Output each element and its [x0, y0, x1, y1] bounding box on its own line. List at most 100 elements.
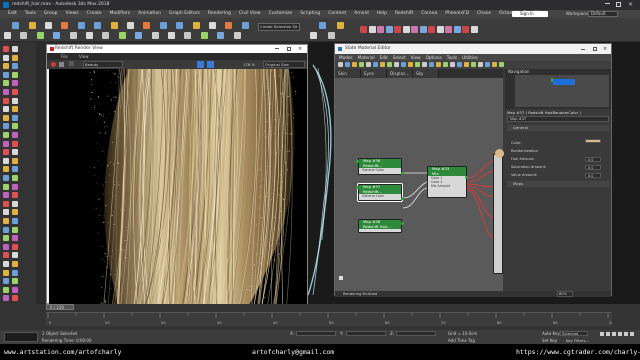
- set-key-button[interactable]: Set Key: [542, 337, 557, 344]
- toolbar-tool-icon[interactable]: [200, 32, 208, 39]
- maximize-icon[interactable]: [616, 2, 621, 7]
- command-icon[interactable]: [12, 97, 18, 104]
- command-icon[interactable]: [3, 278, 9, 285]
- command-icon[interactable]: [3, 218, 9, 224]
- sme-menu-item[interactable]: Edit: [380, 55, 388, 60]
- toolbar-tool-icon[interactable]: [135, 32, 143, 39]
- track-bar[interactable]: 0 10 20 30 40 50 60 70 80 90 100: [46, 312, 617, 326]
- sme-tool-icon[interactable]: [464, 62, 469, 67]
- command-icon[interactable]: [3, 89, 9, 95]
- command-icon[interactable]: [12, 63, 18, 70]
- render-tool-icon[interactable]: [445, 26, 452, 33]
- node-map-37[interactable]: Map #37 Redshift... General Color: [357, 183, 403, 202]
- command-icon[interactable]: [3, 252, 9, 259]
- navigator-viewport-rect[interactable]: [553, 79, 575, 85]
- playback-button-icon[interactable]: [612, 332, 616, 336]
- sme-tool-icon[interactable]: [499, 62, 504, 67]
- render-tool-icon[interactable]: [385, 26, 393, 33]
- render-tool-icon[interactable]: [453, 26, 461, 33]
- command-icon[interactable]: [12, 149, 18, 156]
- command-icon[interactable]: [12, 226, 18, 233]
- toolbar-tool-icon[interactable]: [168, 32, 175, 39]
- menu-item[interactable]: Create: [83, 10, 106, 18]
- menu-item[interactable]: Chaos: [473, 10, 495, 18]
- menu-item[interactable]: Scripting: [296, 10, 324, 18]
- menu-item[interactable]: Corona: [417, 10, 441, 18]
- command-icon[interactable]: [3, 243, 9, 250]
- command-icon[interactable]: [12, 183, 18, 190]
- tab-displacement[interactable]: Displac...: [387, 69, 413, 78]
- sme-tool-icon[interactable]: [373, 62, 378, 67]
- command-icon[interactable]: [12, 218, 18, 224]
- menu-item[interactable]: Views: [62, 10, 83, 18]
- menu-item[interactable]: Customize: [265, 10, 297, 18]
- toolbar-tool-icon[interactable]: [151, 32, 159, 39]
- node-view[interactable]: Map #36 Redshift... General Color Map #3…: [335, 78, 504, 291]
- node-map-33-mix[interactable]: Map #33 Mix Color 1 Color 2 Mix Amount: [427, 166, 467, 198]
- command-icon[interactable]: [12, 269, 18, 276]
- toolbar-tool-icon[interactable]: [209, 22, 216, 29]
- toolbar-tool-icon[interactable]: [310, 32, 317, 39]
- command-icon[interactable]: [12, 132, 18, 138]
- menu-item[interactable]: Redshift: [391, 10, 417, 18]
- compare-icon[interactable]: [207, 61, 214, 68]
- command-icon[interactable]: [12, 192, 18, 199]
- menu-item[interactable]: Tools: [21, 10, 40, 18]
- sme-tool-icon[interactable]: [366, 62, 371, 67]
- command-icon[interactable]: [3, 183, 9, 190]
- command-icon[interactable]: [12, 123, 18, 130]
- navigator-view[interactable]: [515, 75, 609, 107]
- toolbar-tool-icon[interactable]: [176, 22, 184, 29]
- rollout-maps[interactable]: Maps: [507, 181, 609, 187]
- command-icon[interactable]: [12, 286, 18, 293]
- sme-maximize-icon[interactable]: [593, 47, 597, 51]
- tab-sky[interactable]: Sky: [413, 69, 439, 78]
- sme-tool-icon[interactable]: [380, 62, 385, 67]
- render-image[interactable]: [49, 69, 307, 305]
- tab-skin[interactable]: Skin: [335, 69, 361, 78]
- toolbar-tool-icon[interactable]: [184, 32, 192, 39]
- command-icon[interactable]: [12, 209, 18, 216]
- command-icon[interactable]: [3, 71, 9, 78]
- command-icon[interactable]: [12, 166, 18, 173]
- command-icon[interactable]: [12, 89, 18, 95]
- toolbar-tool-icon[interactable]: [217, 32, 225, 39]
- toolbar-tool-icon[interactable]: [69, 32, 77, 39]
- render-tool-icon[interactable]: [368, 26, 376, 33]
- node-output-port[interactable]: [401, 222, 404, 225]
- command-icon[interactable]: [3, 46, 9, 52]
- toolbar-tool-icon[interactable]: [233, 32, 241, 39]
- command-icon[interactable]: [3, 80, 9, 87]
- sme-menu-item[interactable]: Tools: [447, 55, 457, 60]
- render-icon[interactable]: [51, 62, 56, 67]
- command-icon[interactable]: [3, 175, 9, 181]
- command-icon[interactable]: [3, 106, 9, 113]
- command-icon[interactable]: [3, 149, 9, 156]
- toolbar-tool-icon[interactable]: [102, 32, 110, 39]
- node-input-port[interactable]: [356, 160, 359, 163]
- toolbar-tool-icon[interactable]: [94, 22, 102, 29]
- sme-tool-icon[interactable]: [429, 62, 434, 67]
- sme-menu-item[interactable]: Modes: [339, 55, 353, 60]
- add-time-tag[interactable]: Add Time Tag: [448, 337, 475, 344]
- command-icon[interactable]: [3, 235, 9, 242]
- command-icon[interactable]: [12, 157, 18, 164]
- rv-maximize-icon[interactable]: [287, 47, 291, 51]
- node-output-port[interactable]: [465, 176, 468, 179]
- command-icon[interactable]: [3, 132, 9, 138]
- command-icon[interactable]: [12, 46, 18, 52]
- command-icon[interactable]: [12, 114, 18, 121]
- command-icon[interactable]: [12, 243, 18, 250]
- sme-menu-item[interactable]: Material: [358, 55, 375, 60]
- render-tool-icon[interactable]: [462, 26, 469, 33]
- command-icon[interactable]: [3, 166, 9, 173]
- node-map-38[interactable]: Map #38 Redshift Hair...: [358, 219, 402, 233]
- sme-tool-icon[interactable]: [436, 62, 441, 67]
- sme-tool-icon[interactable]: [422, 62, 427, 67]
- command-icon[interactable]: [12, 71, 18, 78]
- command-icon[interactable]: [3, 157, 9, 164]
- render-tool-icon[interactable]: [402, 26, 410, 33]
- minimize-icon[interactable]: [605, 3, 610, 4]
- command-icon[interactable]: [3, 295, 9, 302]
- command-icon[interactable]: [12, 278, 18, 285]
